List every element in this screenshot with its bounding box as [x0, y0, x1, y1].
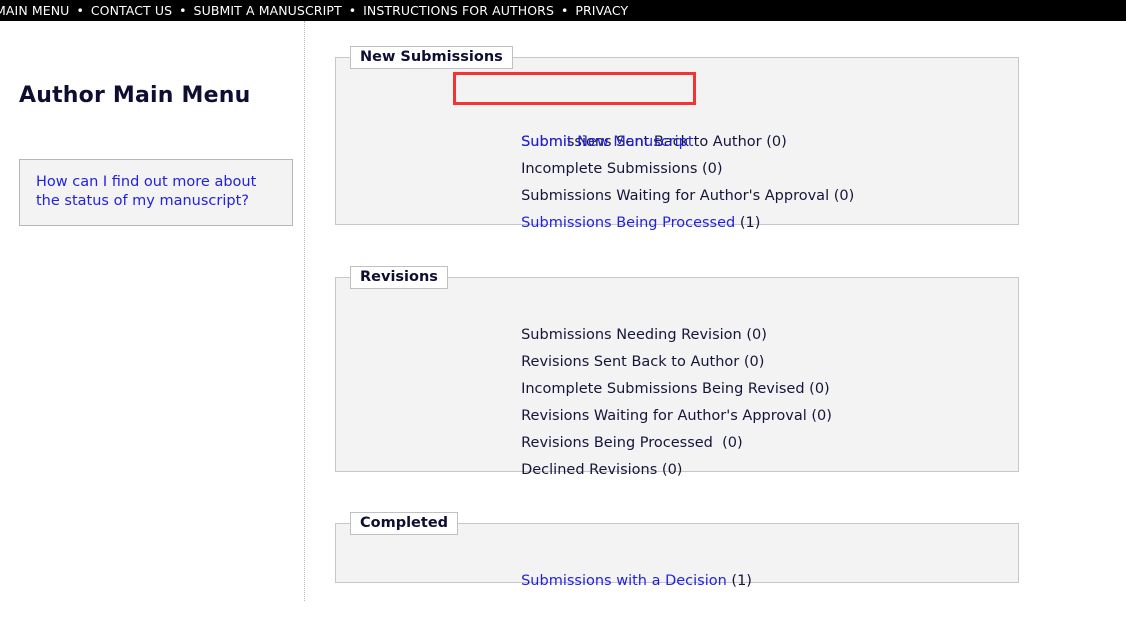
count-incomplete-submissions: (0)	[697, 161, 723, 177]
help-link-manuscript-status[interactable]: How can I find out more about the status…	[36, 173, 278, 211]
count-incomplete-submissions-being-revised: (0)	[804, 381, 830, 397]
nav-separator-bullet-icon: •	[76, 3, 84, 18]
page-body: Author Main Menu How can I find out more…	[0, 21, 1126, 618]
nav-separator-bullet-icon: •	[561, 3, 569, 18]
count-revisions-waiting-for-authors-approval: (0)	[806, 408, 832, 424]
page-title: Author Main Menu	[19, 83, 251, 108]
panel-body-completed: Submissions with a Decision (1)	[336, 535, 1018, 589]
count-submissions-being-processed: (1)	[735, 215, 761, 231]
list-item-submissions-needing-revision[interactable]: Submissions Needing Revision (0)	[336, 295, 1018, 343]
count-submissions-needing-revision: (0)	[741, 327, 767, 343]
link-submit-new-manuscript[interactable]: Submit New Manuscript	[521, 134, 693, 150]
panel-legend-new-submissions: New Submissions	[350, 46, 513, 69]
panel-revisions: Revisions Submissions Needing Revision (…	[335, 266, 1019, 478]
count-revisions-sent-back-to-author: (0)	[739, 354, 765, 370]
nav-item-main-menu[interactable]: MAIN MENU	[0, 0, 69, 21]
label-revisions-waiting-for-authors-approval: Revisions Waiting for Author's Approval	[521, 408, 807, 424]
panel-legend-revisions: Revisions	[350, 266, 448, 289]
link-submissions-being-processed[interactable]: Submissions Being Processed	[521, 215, 735, 231]
label-incomplete-submissions: Incomplete Submissions	[521, 161, 698, 177]
label-revisions-being-processed: Revisions Being Processed	[521, 435, 713, 451]
panel-body-new-submissions: Submit New Manuscript Submissions Sent B…	[336, 69, 1018, 231]
count-submissions-with-a-decision: (1)	[726, 573, 752, 589]
count-revisions-being-processed: (0)	[712, 435, 743, 451]
label-incomplete-submissions-being-revised: Incomplete Submissions Being Revised	[521, 381, 805, 397]
count-submissions-sent-back-to-author: (0)	[761, 134, 787, 150]
highlight-box	[453, 72, 696, 105]
list-item-submissions-sent-back-to-author[interactable]: Submissions Sent Back to Author (0)	[336, 102, 1018, 150]
sidebar: Author Main Menu How can I find out more…	[0, 21, 305, 601]
nav-item-submit-a-manuscript[interactable]: SUBMIT A MANUSCRIPT	[194, 0, 342, 21]
label-revisions-sent-back-to-author: Revisions Sent Back to Author	[521, 354, 740, 370]
label-submissions-needing-revision: Submissions Needing Revision	[521, 327, 742, 343]
nav-item-privacy[interactable]: PRIVACY	[575, 0, 628, 21]
help-box: How can I find out more about the status…	[19, 159, 293, 226]
panel-completed: Completed Submissions with a Decision (1…	[335, 512, 1019, 589]
top-navigation-bar: MAIN MENU • CONTACT US • SUBMIT A MANUSC…	[0, 0, 1126, 21]
main-content: New Submissions Submit New Manuscript Su…	[305, 21, 1126, 589]
content-top-spacer	[335, 21, 1126, 46]
count-declined-revisions: (0)	[657, 462, 683, 478]
link-submissions-with-a-decision[interactable]: Submissions with a Decision	[521, 573, 727, 589]
panel-body-revisions: Submissions Needing Revision (0) Revisio…	[336, 289, 1018, 478]
panel-new-submissions: New Submissions Submit New Manuscript Su…	[335, 46, 1019, 231]
nav-separator-bullet-icon: •	[348, 3, 357, 18]
list-item-submissions-with-a-decision[interactable]: Submissions with a Decision (1)	[336, 541, 1018, 589]
nav-separator-bullet-icon: •	[179, 3, 187, 18]
nav-item-contact-us[interactable]: CONTACT US	[91, 0, 172, 21]
label-submissions-waiting-for-authors-approval: Submissions Waiting for Author's Approva…	[521, 188, 830, 204]
count-submissions-waiting-for-authors-approval: (0)	[829, 188, 855, 204]
panel-legend-completed: Completed	[350, 512, 459, 535]
label-declined-revisions: Declined Revisions	[521, 462, 658, 478]
nav-item-instructions-for-authors[interactable]: INSTRUCTIONS FOR AUTHORS	[363, 0, 554, 21]
list-item-submit-new-manuscript[interactable]: Submit New Manuscript	[336, 72, 1018, 150]
panel-gap	[335, 472, 1126, 512]
